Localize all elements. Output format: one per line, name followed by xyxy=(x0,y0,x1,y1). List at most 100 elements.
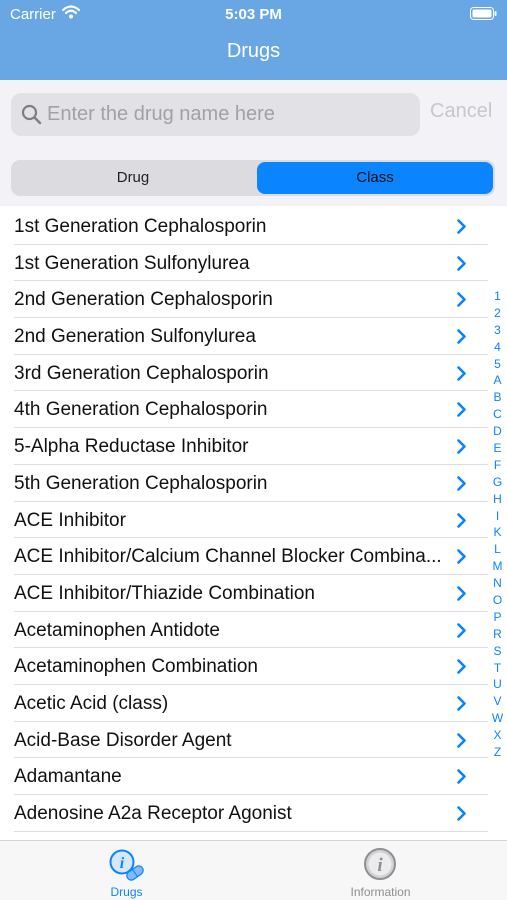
list-item-label: Acid-Base Disorder Agent xyxy=(14,729,232,751)
section-index-letter[interactable]: A xyxy=(488,372,507,389)
list-item-label: ACE Inhibitor/Calcium Channel Blocker Co… xyxy=(14,546,442,568)
chevron-right-icon xyxy=(457,549,466,564)
section-index-letter[interactable]: 1 xyxy=(488,288,507,305)
list-item[interactable]: 4th Generation Cephalosporin xyxy=(0,391,507,429)
section-index-letter[interactable]: P xyxy=(488,609,507,626)
chevron-right-icon xyxy=(457,732,466,748)
search-bar: Cancel Drug Class xyxy=(0,80,507,206)
chevron-right-icon xyxy=(457,255,466,271)
segment-drug[interactable]: Drug xyxy=(13,162,253,194)
list-item-label: 5th Generation Cephalosporin xyxy=(14,472,268,494)
section-index-letter[interactable]: 2 xyxy=(488,305,507,322)
section-index-letter[interactable]: E xyxy=(488,440,507,457)
segmented-control: Drug Class xyxy=(11,160,495,196)
list-item-label: Adamantane xyxy=(14,766,122,788)
list-item[interactable]: ACE Inhibitor xyxy=(0,502,507,539)
list-item-label: Adenosine A2a Receptor Agonist xyxy=(14,803,292,824)
list-item-label: 1st Generation Sulfonylurea xyxy=(14,252,250,274)
list-item-label: ACE Inhibitor xyxy=(14,509,126,531)
section-index-letter[interactable]: F xyxy=(488,457,507,474)
section-index-letter[interactable]: Z xyxy=(488,744,507,761)
tab-drugs-label: Drugs xyxy=(110,885,143,899)
search-icon xyxy=(21,104,42,125)
search-input[interactable] xyxy=(47,98,407,131)
section-index-letter[interactable]: R xyxy=(488,626,507,643)
list-item[interactable]: ACE Inhibitor/Thiazide Combination xyxy=(0,575,507,612)
list-item[interactable]: ACE Inhibitor/Calcium Channel Blocker Co… xyxy=(0,538,507,575)
section-index-letter[interactable]: T xyxy=(488,660,507,677)
list-item-label: 1st Generation Cephalosporin xyxy=(14,216,267,237)
section-index-letter[interactable]: 4 xyxy=(488,339,507,356)
section-index-letter[interactable]: X xyxy=(488,727,507,744)
section-index[interactable]: 1 2 3 4 5 A B C D E F G H I K L M N O P … xyxy=(488,288,507,761)
list-item-label: 4th Generation Cephalosporin xyxy=(14,399,268,421)
section-index-letter[interactable]: I xyxy=(488,508,507,525)
list-item[interactable]: Acetaminophen Combination xyxy=(0,648,507,685)
list-item[interactable]: Acetaminophen Antidote xyxy=(0,612,507,649)
chevron-right-icon xyxy=(457,402,466,418)
chevron-right-icon xyxy=(457,512,466,528)
list-item[interactable]: Acid-Base Disorder Agent xyxy=(0,722,507,759)
list-item-label: 2nd Generation Cephalosporin xyxy=(14,289,273,311)
list-item[interactable]: Acetic Acid (class) xyxy=(0,685,507,722)
drug-class-list: 1st Generation Cephalosporin 1st Generat… xyxy=(0,208,507,840)
drugs-info-pill-icon: i xyxy=(109,849,144,881)
section-index-letter[interactable]: O xyxy=(488,592,507,609)
section-index-letter[interactable]: G xyxy=(488,474,507,491)
list-item[interactable]: 5-Alpha Reductase Inhibitor xyxy=(0,428,507,465)
section-index-letter[interactable]: 3 xyxy=(488,322,507,339)
cancel-button[interactable]: Cancel xyxy=(430,100,492,123)
list-item[interactable]: Adamantane xyxy=(0,758,507,795)
section-index-letter[interactable]: W xyxy=(488,710,507,727)
row-divider xyxy=(14,830,488,832)
list-item-label: 5-Alpha Reductase Inhibitor xyxy=(14,436,249,458)
list-item[interactable]: 2nd Generation Cephalosporin xyxy=(0,281,507,319)
list-item[interactable]: 3rd Generation Cephalosporin xyxy=(0,355,507,392)
chevron-right-icon xyxy=(457,586,466,601)
section-index-letter[interactable]: C xyxy=(488,406,507,423)
list-item[interactable]: 1st Generation Cephalosporin xyxy=(0,208,507,245)
list-item[interactable]: 1st Generation Sulfonylurea xyxy=(0,245,507,282)
chevron-right-icon xyxy=(457,219,466,234)
section-index-letter[interactable]: U xyxy=(488,676,507,693)
svg-text:i: i xyxy=(377,855,383,876)
list-item-label: Acetaminophen Combination xyxy=(14,656,258,678)
list-item[interactable]: Adenosine A2a Receptor Agonist xyxy=(0,795,507,832)
section-index-letter[interactable]: B xyxy=(488,389,507,406)
section-index-letter[interactable]: D xyxy=(488,423,507,440)
status-bar: Carrier 5:03 PM xyxy=(0,0,507,28)
section-index-letter[interactable]: L xyxy=(488,541,507,558)
chevron-right-icon xyxy=(457,769,466,785)
segment-class[interactable]: Class xyxy=(257,162,493,194)
navigation-header: Carrier 5:03 PM Drugs xyxy=(0,0,507,80)
list-item-label: 3rd Generation Cephalosporin xyxy=(14,362,269,384)
tab-information[interactable]: i Information xyxy=(254,841,507,900)
nav-title: Drugs xyxy=(226,40,281,62)
list-item-label: Acetic Acid (class) xyxy=(14,692,169,714)
chevron-right-icon xyxy=(457,365,466,381)
chevron-right-icon xyxy=(457,806,466,821)
section-index-letter[interactable]: M xyxy=(488,558,507,575)
info-circle-icon: i xyxy=(364,848,396,880)
chevron-right-icon xyxy=(457,439,466,454)
section-index-letter[interactable]: K xyxy=(488,524,507,541)
svg-text:i: i xyxy=(120,855,125,872)
chevron-right-icon xyxy=(457,622,466,638)
clock: 5:03 PM xyxy=(225,6,282,23)
section-index-letter[interactable]: V xyxy=(488,693,507,710)
battery-icon xyxy=(470,7,497,20)
list-item-label: ACE Inhibitor/Thiazide Combination xyxy=(14,582,315,604)
chevron-right-icon xyxy=(457,696,466,711)
tab-bar: i Drugs i Information xyxy=(0,840,507,900)
chevron-right-icon xyxy=(457,292,466,308)
tab-drugs[interactable]: i Drugs xyxy=(0,841,253,900)
chevron-right-icon xyxy=(457,476,466,491)
section-index-letter[interactable]: N xyxy=(488,575,507,592)
list-item-label: 2nd Generation Sulfonylurea xyxy=(14,326,256,348)
search-field[interactable] xyxy=(11,93,420,136)
section-index-letter[interactable]: S xyxy=(488,643,507,660)
list-item[interactable]: 5th Generation Cephalosporin xyxy=(0,465,507,502)
list-item[interactable]: 2nd Generation Sulfonylurea xyxy=(0,318,507,355)
section-index-letter[interactable]: H xyxy=(488,491,507,508)
section-index-letter[interactable]: 5 xyxy=(488,356,507,373)
